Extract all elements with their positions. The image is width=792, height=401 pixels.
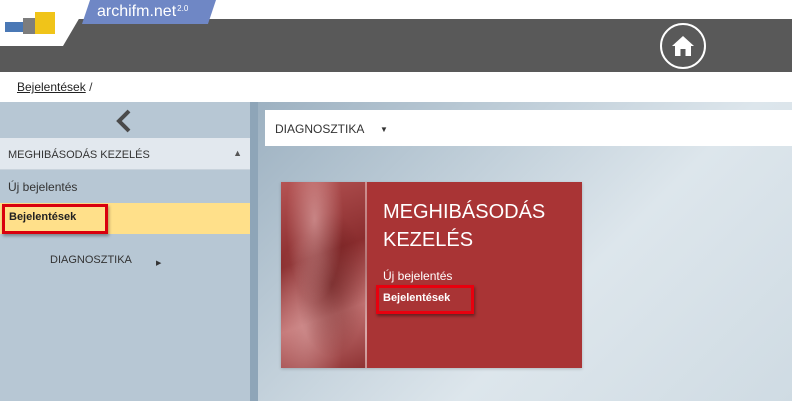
archifm-logo[interactable] [5,12,57,36]
sidebar-divider[interactable] [250,102,258,401]
brand-label: archifm.net [97,3,177,20]
sidebar-item-uj-bejelentes[interactable]: Új bejelentés [8,180,77,194]
sidebar-item-diagnosztika[interactable]: DIAGNOSZTIKA [50,254,132,266]
chevron-left-icon [116,109,131,133]
home-button[interactable] [660,23,706,69]
tile-title: MEGHIBÁSODÁS KEZELÉS [383,201,546,251]
chevron-right-icon: ▶ [156,260,162,267]
sidebar-item-bejelentesek-label: Bejelentések [9,211,77,223]
tile-link-uj-bejelentes[interactable]: Új bejelentés [383,269,452,283]
section-label: MEGHIBÁSODÁS KEZELÉS [8,149,150,161]
tile-photo [281,182,367,368]
breadcrumb-item-bejelentesek[interactable]: Bejelentések [17,80,86,94]
chevron-down-icon: ▼ [380,125,388,134]
brand-name[interactable]: archifm.net2.0 [97,3,189,21]
chevron-up-icon: ▲ [233,148,242,158]
section-meghibasodas-kezeles[interactable]: MEGHIBÁSODÁS KEZELÉS ▲ [0,138,250,170]
collapse-sidebar-button[interactable] [112,108,136,134]
home-icon [672,36,694,56]
breadcrumb: Bejelentések / [17,80,92,94]
tile-link-bejelentesek[interactable]: Bejelentések [383,292,450,304]
dropdown-label: DIAGNOSZTIKA [275,122,365,136]
breadcrumb-separator: / [89,80,93,94]
brand-version: 2.0 [177,4,189,13]
